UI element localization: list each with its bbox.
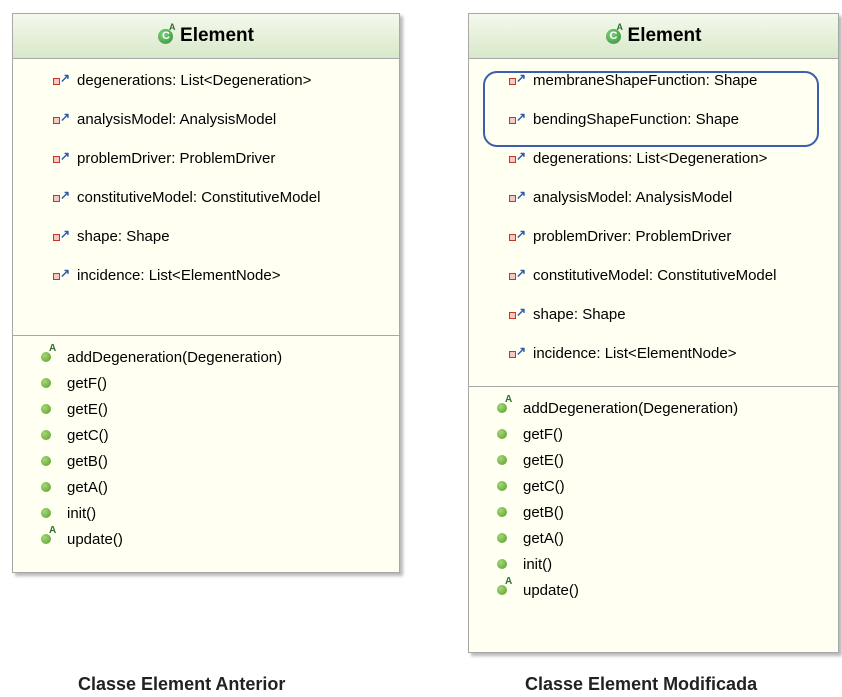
- method-row: init(): [469, 551, 838, 577]
- public-method-icon: [39, 401, 57, 417]
- public-method-icon: [495, 504, 513, 520]
- method-label: getE(): [523, 451, 564, 469]
- private-field-icon: ↗: [509, 188, 527, 205]
- private-field-icon: ↗: [53, 110, 71, 127]
- method-label: getC(): [523, 477, 565, 495]
- method-label: getA(): [523, 529, 564, 547]
- method-label: init(): [67, 504, 97, 522]
- public-method-icon: [495, 452, 513, 468]
- field-label: analysisModel: AnalysisModel: [77, 111, 277, 128]
- field-row: ↗ shape: Shape: [13, 217, 399, 256]
- method-row: init(): [13, 500, 399, 526]
- uml-class-box-before: CA Element ↗ degenerations: List<Degenera…: [12, 13, 400, 573]
- field-label: degenerations: List<Degeneration>: [533, 150, 768, 167]
- method-label: getF(): [523, 425, 564, 443]
- method-row: Aupdate(): [469, 576, 838, 603]
- field-row: ↗ degenerations: List<Degeneration>: [13, 61, 399, 100]
- methods-compartment: AaddDegeneration(Degeneration) getF() getE…: [469, 387, 838, 603]
- method-row: AaddDegeneration(Degeneration): [13, 343, 399, 370]
- field-label: shape: Shape: [77, 228, 170, 245]
- public-method-icon: [495, 426, 513, 442]
- field-label: constitutiveModel: ConstitutiveModel: [77, 189, 321, 206]
- method-label: getB(): [523, 503, 564, 521]
- caption-after: Classe Element Modificada: [525, 674, 758, 694]
- method-row: getE(): [13, 396, 399, 422]
- field-row: ↗ incidence: List<ElementNode>: [13, 256, 399, 295]
- method-row: Aupdate(): [13, 525, 399, 552]
- new-fields-highlight: [483, 71, 819, 147]
- field-label: incidence: List<ElementNode>: [533, 345, 737, 362]
- method-row: getA(): [469, 525, 838, 551]
- field-label: constitutiveModel: ConstitutiveModel: [533, 267, 777, 284]
- method-label: getA(): [67, 478, 108, 496]
- private-field-icon: ↗: [53, 149, 71, 166]
- abstract-class-icon: CA: [158, 22, 176, 44]
- field-row: ↗ problemDriver: ProblemDriver: [13, 139, 399, 178]
- private-field-icon: ↗: [509, 266, 527, 283]
- method-row: getE(): [469, 447, 838, 473]
- class-name: Element: [180, 25, 254, 46]
- abstract-method-icon: A: [39, 343, 57, 365]
- method-label: getB(): [67, 452, 108, 470]
- caption-before: Classe Element Anterior: [78, 674, 286, 694]
- private-field-icon: ↗: [509, 344, 527, 361]
- field-label: degenerations: List<Degeneration>: [77, 72, 312, 89]
- public-method-icon: [39, 427, 57, 443]
- class-header: CA Element: [13, 14, 399, 59]
- public-method-icon: [39, 375, 57, 391]
- private-field-icon: ↗: [53, 266, 71, 283]
- abstract-method-icon: A: [495, 576, 513, 598]
- private-field-icon: ↗: [509, 227, 527, 244]
- public-method-icon: [39, 453, 57, 469]
- field-label: incidence: List<ElementNode>: [77, 267, 281, 284]
- fields-compartment: ↗ degenerations: List<Degeneration> ↗ analy…: [13, 59, 399, 336]
- public-method-icon: [39, 479, 57, 495]
- public-method-icon: [495, 530, 513, 546]
- field-label: analysisModel: AnalysisModel: [533, 189, 733, 206]
- abstract-method-icon: A: [39, 525, 57, 547]
- field-row: ↗ constitutiveModel: ConstitutiveModel: [13, 178, 399, 217]
- field-label: problemDriver: ProblemDriver: [533, 228, 732, 245]
- public-method-icon: [495, 478, 513, 494]
- method-label: init(): [523, 555, 553, 573]
- field-row: ↗ constitutiveModel: ConstitutiveModel: [469, 256, 838, 295]
- field-row: ↗ problemDriver: ProblemDriver: [469, 217, 838, 256]
- class-header: CA Element: [469, 14, 838, 59]
- abstract-class-icon: CA: [605, 22, 623, 44]
- method-row: getF(): [469, 421, 838, 447]
- private-field-icon: ↗: [53, 188, 71, 205]
- method-row: getA(): [13, 474, 399, 500]
- field-label: problemDriver: ProblemDriver: [77, 150, 276, 167]
- method-row: getC(): [469, 473, 838, 499]
- field-label: shape: Shape: [533, 306, 626, 323]
- public-method-icon: [39, 505, 57, 521]
- method-label: update(): [523, 581, 579, 599]
- class-name: Element: [627, 25, 702, 46]
- method-row: getC(): [13, 422, 399, 448]
- abstract-method-icon: A: [495, 394, 513, 416]
- uml-class-box-after: CA Element ↗ membraneShapeFunction: Shape…: [468, 13, 839, 653]
- field-row: ↗ analysisModel: AnalysisModel: [13, 100, 399, 139]
- method-row: getB(): [13, 448, 399, 474]
- method-label: getE(): [67, 400, 108, 418]
- methods-compartment: AaddDegeneration(Degeneration) getF() getE…: [13, 336, 399, 552]
- field-row: ↗ analysisModel: AnalysisModel: [469, 178, 838, 217]
- private-field-icon: ↗: [509, 149, 527, 166]
- method-label: getF(): [67, 374, 108, 392]
- method-label: update(): [67, 530, 123, 548]
- method-label: getC(): [67, 426, 109, 444]
- private-field-icon: ↗: [509, 305, 527, 322]
- private-field-icon: ↗: [53, 71, 71, 88]
- method-label: addDegeneration(Degeneration): [67, 348, 283, 366]
- field-row: ↗ incidence: List<ElementNode>: [469, 334, 838, 373]
- public-method-icon: [495, 556, 513, 572]
- method-row: getF(): [13, 370, 399, 396]
- method-row: getB(): [469, 499, 838, 525]
- method-row: AaddDegeneration(Degeneration): [469, 394, 838, 421]
- private-field-icon: ↗: [53, 227, 71, 244]
- method-label: addDegeneration(Degeneration): [523, 399, 739, 417]
- field-row: ↗ shape: Shape: [469, 295, 838, 334]
